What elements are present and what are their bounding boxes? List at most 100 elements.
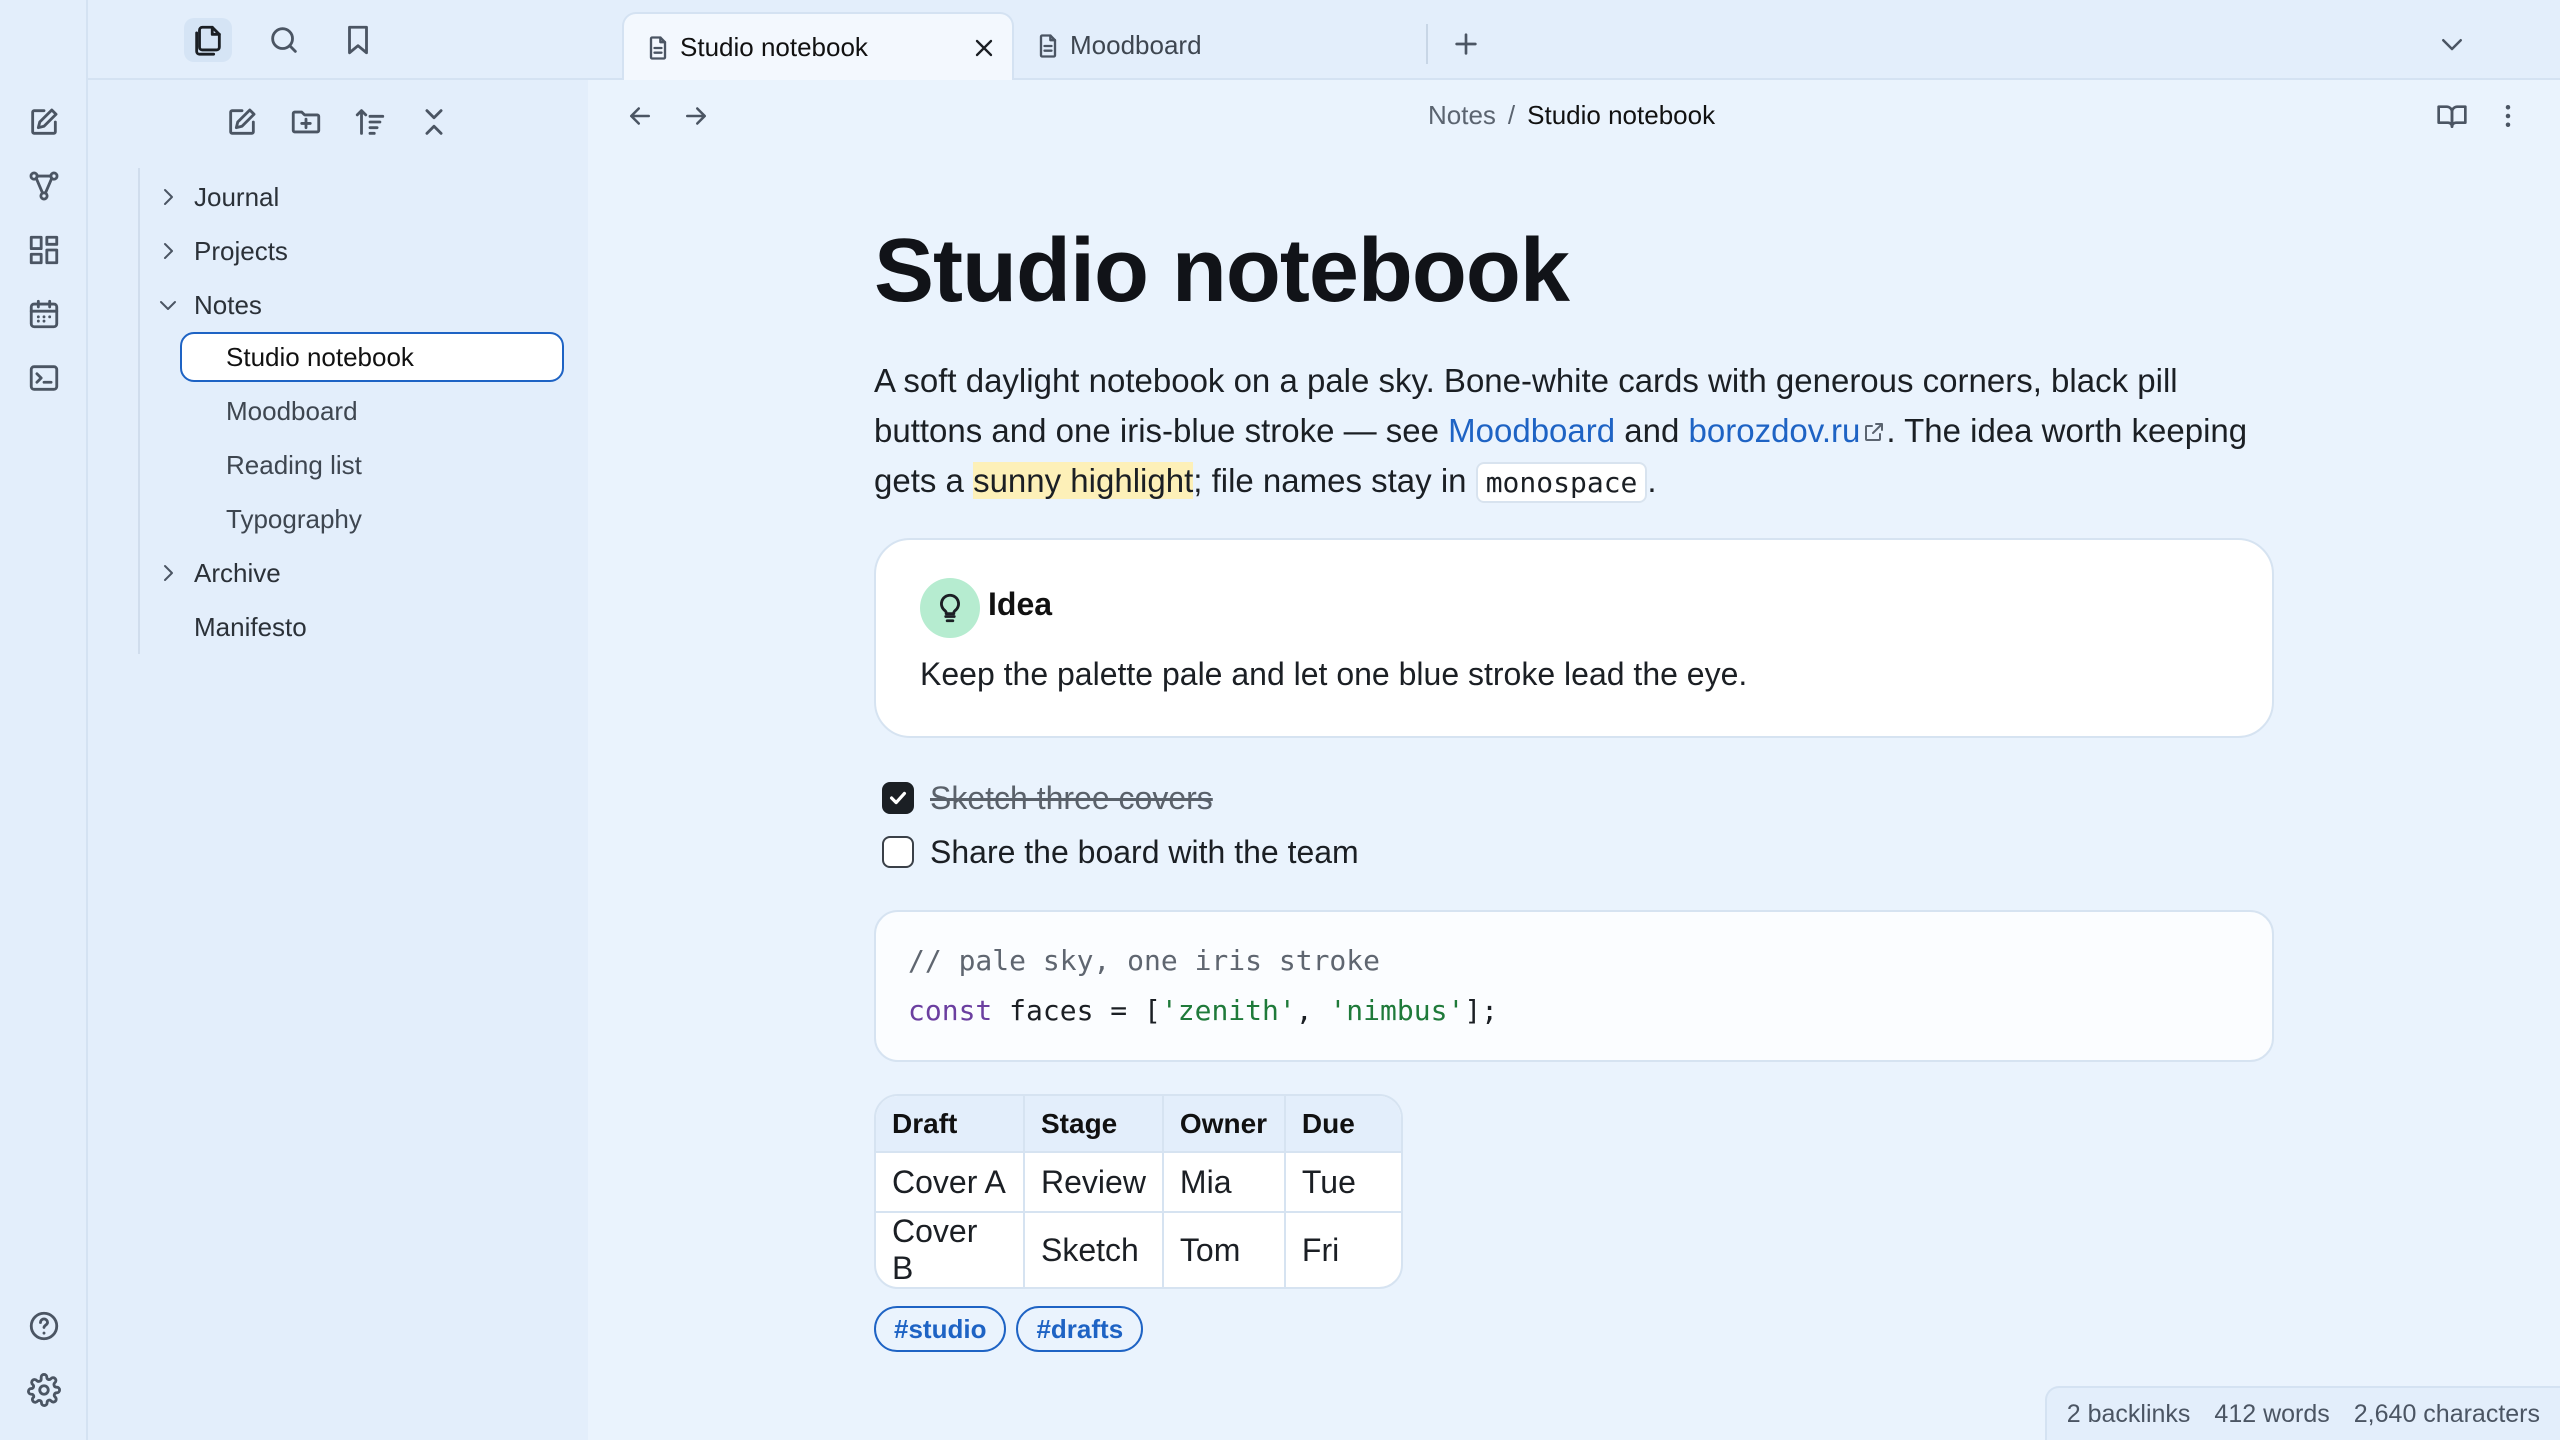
table-header-cell: Stage bbox=[1024, 1096, 1164, 1152]
sort-button[interactable] bbox=[348, 100, 392, 144]
table-cell: Fri bbox=[1284, 1211, 1401, 1287]
compose-icon[interactable] bbox=[24, 102, 64, 142]
new-note-icon bbox=[225, 105, 259, 139]
table-cell: Sketch bbox=[1024, 1211, 1164, 1287]
tree-item-label: Notes bbox=[194, 289, 262, 320]
help-icon[interactable] bbox=[24, 1306, 64, 1346]
arrow-left-icon bbox=[625, 101, 655, 131]
code-line: const faces = ['zenith', 'nimbus']; bbox=[908, 994, 1498, 1027]
breadcrumb-parent[interactable]: Notes bbox=[1428, 100, 1496, 130]
table-header-row: Draft Stage Owner Due bbox=[876, 1096, 1401, 1152]
dashboard-icon[interactable] bbox=[24, 230, 64, 270]
collapse-all-icon bbox=[417, 105, 451, 139]
task-item: Share the board with the team bbox=[882, 832, 1359, 872]
chevron-down-icon bbox=[2437, 29, 2467, 59]
note-title: Studio notebook bbox=[874, 221, 1570, 321]
tag-drafts[interactable]: #drafts bbox=[1016, 1306, 1144, 1352]
highlighted-text: sunny highlight bbox=[973, 462, 1194, 499]
bookmark-icon bbox=[341, 23, 375, 57]
new-folder-button[interactable] bbox=[284, 100, 328, 144]
tree-folder-notes[interactable]: Notes bbox=[138, 280, 578, 330]
tree-item-label: Moodboard bbox=[226, 395, 358, 426]
callout-body: Keep the palette pale and let one blue s… bbox=[920, 656, 1748, 692]
code-keyword: const bbox=[908, 994, 993, 1027]
bookmarks-tab[interactable] bbox=[334, 18, 382, 62]
tab-moodboard[interactable]: Moodboard bbox=[1014, 12, 1414, 80]
table-header-cell: Owner bbox=[1162, 1096, 1286, 1152]
view-header: Notes / Studio notebook bbox=[588, 82, 2560, 152]
table-header-cell: Due bbox=[1284, 1096, 1401, 1152]
idea-callout: Idea Keep the palette pale and let one b… bbox=[874, 538, 2274, 738]
code-block: // pale sky, one iris stroke const faces… bbox=[874, 910, 2274, 1062]
forward-button[interactable] bbox=[674, 94, 718, 138]
table-cell: Review bbox=[1024, 1151, 1164, 1212]
backlinks-count[interactable]: 2 backlinks bbox=[2067, 1400, 2191, 1429]
tree-file-moodboard[interactable]: Moodboard bbox=[180, 386, 564, 436]
word-count: 412 words bbox=[2214, 1399, 2330, 1428]
reading-view-button[interactable] bbox=[2430, 94, 2474, 138]
intro-paragraph: A soft daylight notebook on a pale sky. … bbox=[874, 356, 2274, 508]
tab-list-button[interactable] bbox=[2430, 22, 2474, 66]
status-bar: 2 backlinks 412 words 2,640 characters bbox=[2044, 1386, 2560, 1440]
external-link-borozdov[interactable]: borozdov.ru bbox=[1689, 412, 1887, 449]
internal-link-moodboard[interactable]: Moodboard bbox=[1448, 412, 1615, 449]
inline-code: monospace bbox=[1475, 462, 1648, 503]
callout-title: Idea bbox=[988, 586, 1053, 622]
files-tab[interactable] bbox=[184, 18, 232, 62]
document-icon bbox=[644, 34, 672, 62]
breadcrumb-current[interactable]: Studio notebook bbox=[1527, 100, 1715, 130]
tab-studio-notebook[interactable]: Studio notebook bbox=[622, 12, 1014, 80]
new-note-button[interactable] bbox=[220, 100, 264, 144]
search-icon bbox=[267, 23, 301, 57]
tag-studio[interactable]: #studio bbox=[874, 1306, 1007, 1352]
tree-item-label: Journal bbox=[194, 181, 280, 212]
new-tab-button[interactable] bbox=[1444, 22, 1488, 66]
search-tab[interactable] bbox=[260, 18, 308, 62]
tree-file-typography[interactable]: Typography bbox=[180, 494, 564, 544]
tree-file-studio-notebook[interactable]: Studio notebook bbox=[180, 332, 564, 382]
task-item: Sketch three covers bbox=[882, 778, 1213, 818]
graph-icon[interactable] bbox=[24, 166, 64, 206]
task-text: Sketch three covers bbox=[930, 779, 1213, 816]
back-button[interactable] bbox=[618, 94, 662, 138]
settings-icon[interactable] bbox=[24, 1370, 64, 1410]
tree-item-label: Reading list bbox=[226, 449, 362, 480]
code-string: 'nimbus' bbox=[1329, 994, 1465, 1027]
task-checkbox-checked[interactable] bbox=[882, 782, 914, 814]
code-text: ]; bbox=[1464, 994, 1499, 1027]
code-text: , bbox=[1295, 994, 1330, 1027]
files-icon bbox=[191, 23, 225, 57]
plus-icon bbox=[1450, 28, 1482, 60]
file-explorer-sidebar: Journal Projects Notes Studio notebook M… bbox=[88, 0, 588, 1440]
table-row: Cover A Review Mia Tue bbox=[876, 1151, 1401, 1212]
task-text: Share the board with the team bbox=[930, 833, 1359, 870]
tree-item-label: Studio notebook bbox=[226, 341, 414, 372]
tree-item-label: Projects bbox=[194, 235, 288, 266]
tree-folder-projects[interactable]: Projects bbox=[138, 226, 578, 276]
tab-label: Moodboard bbox=[1070, 30, 1202, 60]
tab-separator bbox=[1426, 24, 1428, 64]
task-checkbox[interactable] bbox=[882, 836, 914, 868]
more-options-button[interactable] bbox=[2486, 94, 2530, 138]
tab-bar: Studio notebook Moodboard bbox=[588, 0, 2560, 80]
code-comment-line: // pale sky, one iris stroke bbox=[908, 944, 1381, 977]
tab-label: Studio notebook bbox=[680, 32, 868, 62]
tree-file-reading-list[interactable]: Reading list bbox=[180, 440, 564, 490]
table-cell: Mia bbox=[1162, 1151, 1286, 1212]
table-row: Cover B Sketch Tom Fri bbox=[876, 1211, 1401, 1287]
document-icon bbox=[1034, 32, 1062, 60]
drafts-table: Draft Stage Owner Due Cover A Review Mia… bbox=[874, 1094, 1403, 1289]
collapse-all-button[interactable] bbox=[412, 100, 456, 144]
book-open-icon bbox=[2436, 100, 2468, 132]
terminal-icon[interactable] bbox=[24, 358, 64, 398]
ribbon bbox=[0, 0, 88, 1440]
more-vertical-icon bbox=[2493, 101, 2523, 131]
tree-file-manifesto[interactable]: Manifesto bbox=[138, 602, 578, 652]
tree-folder-archive[interactable]: Archive bbox=[138, 548, 578, 598]
table-cell: Tue bbox=[1284, 1151, 1401, 1212]
close-icon[interactable] bbox=[970, 34, 998, 62]
tree-folder-journal[interactable]: Journal bbox=[138, 172, 578, 222]
sort-icon bbox=[353, 105, 387, 139]
table-header-cell: Draft bbox=[876, 1096, 1025, 1152]
calendar-icon[interactable] bbox=[24, 294, 64, 334]
